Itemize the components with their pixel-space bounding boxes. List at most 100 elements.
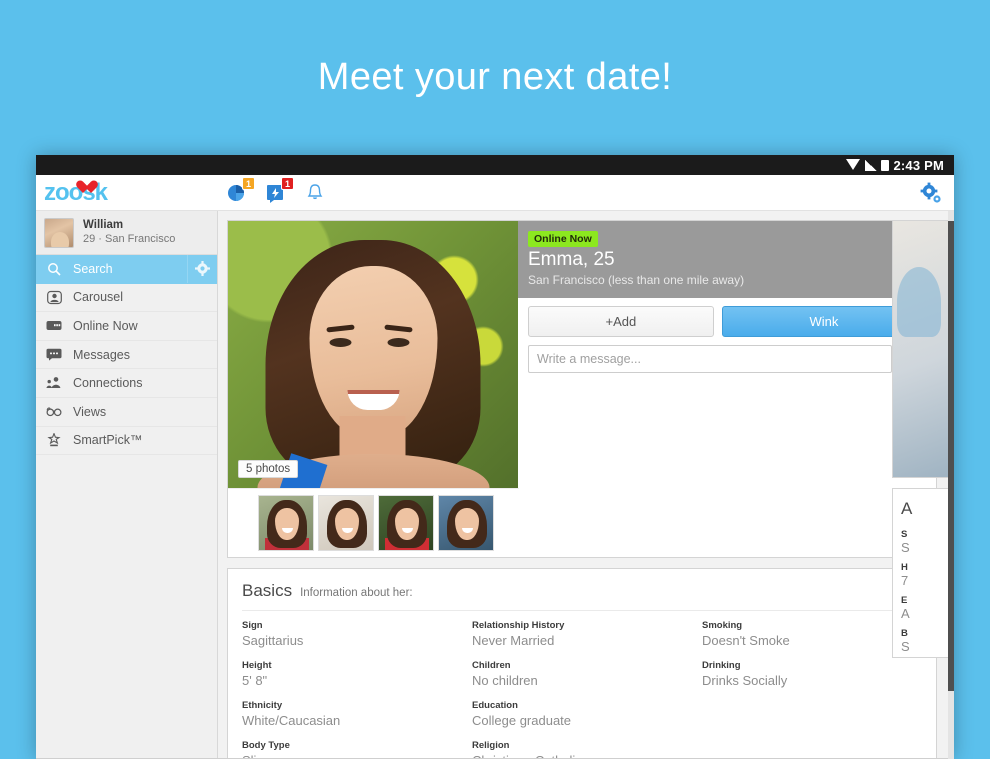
profile-actions: +Add Wink [518, 298, 936, 337]
photo-thumb-4[interactable] [438, 495, 494, 551]
field-label: Relationship History [472, 620, 565, 631]
profile-card-top: 5 photos Online Now Emma, 25 San Francis… [228, 221, 936, 488]
basics-field: Drinking Drinks Socially [702, 660, 922, 690]
sidebar-item-label: Search [73, 261, 113, 276]
photo-thumb-3[interactable] [378, 495, 434, 551]
basics-panel: Basics Information about her: Sign Sagit… [227, 568, 937, 758]
field-label: Children [472, 659, 511, 671]
scrollbar-thumb[interactable] [948, 221, 954, 691]
photo-thumbnail-strip [228, 488, 519, 557]
next-basics-title: A [901, 499, 913, 518]
sidebar-item-connections[interactable]: Connections [36, 369, 217, 398]
messages-badge: 1 [281, 176, 294, 190]
photo-subject [257, 240, 490, 488]
profile-detail-panel: Online Now Emma, 25 San Francisco (less … [518, 221, 936, 488]
current-user-card[interactable]: William 29 · San Francisco [36, 211, 217, 255]
message-input[interactable] [528, 345, 892, 373]
basics-title: Basics [242, 581, 293, 600]
basics-field: Education College graduate [472, 700, 692, 730]
messages-icon[interactable]: 1 [265, 176, 294, 204]
profile-card: 5 photos Online Now Emma, 25 San Francis… [227, 220, 937, 558]
field-value: No children [472, 673, 538, 689]
smartpick-icon [46, 432, 62, 448]
add-button[interactable]: +Add [528, 306, 714, 337]
signal-icon [865, 159, 878, 171]
profile-header: Online Now Emma, 25 San Francisco (less … [518, 221, 936, 298]
sidebar-item-label: SmartPick™ [73, 433, 143, 448]
basics-field: Smoking Doesn't Smoke [702, 620, 922, 650]
field-label: Drinking [702, 659, 741, 671]
content-area: 5 photos Online Now Emma, 25 San Francis… [218, 211, 954, 758]
basics-field: Relationship History Never Married [472, 620, 692, 650]
field-value: Drinks Socially [702, 673, 788, 689]
field-label: Religion [472, 739, 510, 751]
field-value: Slim [242, 752, 462, 758]
current-user-name: William [83, 219, 124, 232]
next-profile-card-peek[interactable]: A S S H 7 E A B S [892, 220, 952, 758]
field-label: Education [472, 699, 518, 711]
next-field-value: 7 [901, 573, 909, 588]
photo-thumb-2[interactable] [318, 495, 374, 551]
search-settings-gear-icon[interactable] [187, 255, 217, 283]
vertical-scrollbar[interactable] [948, 211, 954, 759]
messages-icon [46, 347, 62, 363]
promo-headline: Meet your next date! [0, 0, 990, 155]
app-bar: zoosk 1 1 [36, 175, 954, 211]
photo-thumb-1[interactable] [258, 495, 314, 551]
online-now-icon [46, 318, 62, 334]
basics-field: Ethnicity White/Caucasian [242, 700, 462, 730]
field-value: Never Married [472, 633, 555, 649]
next-field-label: E [901, 595, 908, 606]
sidebar-item-online-now[interactable]: Online Now [36, 312, 217, 341]
sidebar: William 29 · San Francisco Search Carous… [36, 211, 218, 758]
notifications-bell-icon[interactable] [304, 182, 326, 204]
sidebar-item-views[interactable]: Views [36, 398, 217, 427]
field-value: Christian - Catholic [472, 752, 692, 758]
carousel-icon [46, 289, 62, 305]
basics-field: Children No children [472, 660, 692, 690]
carousel-icon[interactable]: 1 [226, 176, 255, 204]
wifi-icon [846, 158, 861, 170]
field-value: Sagittarius [242, 633, 304, 649]
profile-location: San Francisco (less than one mile away) [528, 272, 745, 287]
sidebar-item-carousel[interactable]: Carousel [36, 284, 217, 313]
field-value: 5' 8" [242, 673, 268, 689]
field-value: Doesn't Smoke [702, 633, 790, 649]
status-badge: Online Now [528, 231, 598, 247]
connections-icon [46, 375, 62, 391]
basics-field: Body Type Slim [242, 740, 462, 758]
sidebar-item-label: Views [73, 404, 107, 419]
profile-main-photo[interactable]: 5 photos [228, 221, 518, 488]
avatar [44, 217, 74, 248]
basics-column-1: Sign Sagittarius Height 5' 8" Ethnicity … [242, 620, 462, 758]
battery-icon [881, 159, 890, 171]
sidebar-item-label: Messages [73, 347, 130, 362]
sidebar-item-search[interactable]: Search [36, 255, 217, 284]
settings-gear-icon[interactable] [920, 182, 942, 204]
sidebar-item-label: Connections [73, 376, 143, 391]
zoosk-logo[interactable]: zoosk [36, 180, 218, 205]
field-label: Smoking [702, 620, 743, 631]
sidebar-item-messages[interactable]: Messages [36, 341, 217, 370]
next-field-label: S [901, 529, 908, 540]
next-field-value: S [901, 540, 910, 555]
basics-field: Sign Sagittarius [242, 620, 462, 650]
sidebar-item-label: Online Now [73, 318, 138, 333]
heart-icon [79, 181, 94, 194]
field-value: College graduate [472, 713, 572, 729]
basics-subtitle: Information about her: [300, 587, 413, 599]
field-value: White/Caucasian [242, 713, 341, 729]
app-bar-icon-group: 1 1 [226, 176, 326, 204]
next-field-value: A [901, 606, 910, 621]
sidebar-item-smartpick[interactable]: SmartPick™ [36, 427, 217, 456]
next-field-value: S [901, 639, 910, 654]
field-label: Ethnicity [242, 699, 283, 711]
next-field-label: B [901, 628, 908, 639]
android-status-bar: 2:43 PM [36, 155, 954, 175]
field-label: Sign [242, 620, 263, 631]
views-icon [46, 404, 62, 420]
basics-field: Religion Christian - Catholic [472, 740, 692, 758]
basics-column-3: Smoking Doesn't Smoke Drinking Drinks So… [702, 620, 922, 758]
message-row [518, 337, 936, 373]
basics-column-2: Relationship History Never Married Child… [472, 620, 692, 758]
